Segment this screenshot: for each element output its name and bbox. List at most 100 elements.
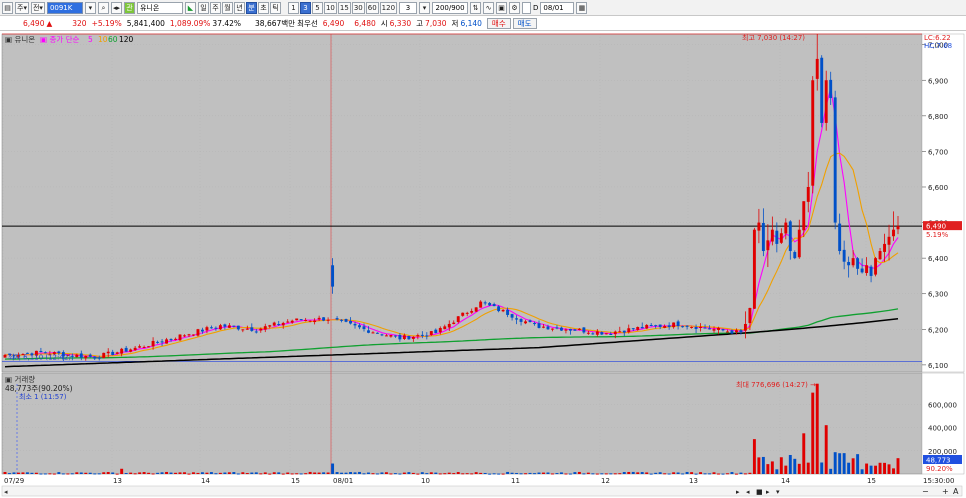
volume-bar [456,472,460,474]
volume-bar [645,472,649,474]
save-icon[interactable]: ▣ [496,1,508,14]
volume-bar [537,472,541,474]
bottom-scrollbar [1,485,963,497]
candle-body [631,328,635,330]
period-tab[interactable]: 월 [221,1,233,14]
volume-bar [268,473,272,475]
candle-body [883,243,886,252]
volume-bar [174,472,177,474]
volume-bar [48,473,52,475]
candle-body [672,322,676,328]
candle-body [367,330,370,333]
search-icon[interactable]: ⌕ [97,1,109,14]
candle-body [75,354,79,358]
volume-bar [896,458,900,474]
price-volume-chart[interactable]: 7,0006,9006,8006,7006,6006,5006,4006,300… [0,32,966,498]
chart-area[interactable]: 7,0006,9006,8006,7006,6006,5006,4006,300… [0,32,966,498]
date-field[interactable]: 08/01 [540,1,575,14]
volume-bar [793,458,797,474]
ma-legend-period: 5 [88,35,93,44]
candle-body [833,97,837,223]
candle-body [847,261,851,266]
interval-button[interactable]: 60 [365,1,379,14]
volume-bar [820,462,824,474]
candle-body [806,186,810,202]
volume-bar [120,468,124,474]
candle-count-field[interactable]: 200/900 [432,1,469,14]
volume-bar [250,472,254,474]
prev-next-icon[interactable]: ◂▸ [110,1,122,14]
volume-bar [685,471,689,474]
interval-select[interactable]: 3 [399,1,418,14]
stock-name-field[interactable]: 유니온 [136,1,183,14]
link-icon[interactable]: ◣ [184,1,196,14]
interval-dropdown-icon[interactable]: ▾ [419,1,431,14]
playback-control-icon: ■ [756,488,763,496]
draw-icon[interactable]: ∿ [483,1,495,14]
chart-icon[interactable]: ▤ [2,1,13,14]
volume-bar [636,472,640,474]
interval-button[interactable]: 120 [379,1,398,14]
period-tab[interactable]: 틱 [269,1,281,14]
volume-bar [761,456,765,474]
candle-body [88,354,92,357]
sell-button[interactable]: 매도 [512,18,537,29]
period-tab[interactable]: 년 [233,1,245,14]
candle-body [775,230,779,244]
candle-body [138,346,142,348]
candle-body [784,222,788,234]
volume-bar [304,473,308,475]
buy-button[interactable]: 매수 [486,18,511,29]
candle-body [142,346,146,348]
candle-body [694,327,698,329]
candle-body [896,226,900,230]
ask-label: 최우선 [297,19,318,28]
indicator-icon[interactable]: ⇅ [470,1,482,14]
period-tab[interactable]: 일 [197,1,209,14]
volume-bar [842,453,846,474]
code-dropdown-icon[interactable]: ▾ [84,1,96,14]
price-tick-label: 6,800 [928,113,948,121]
interval-button[interactable]: 1 [287,1,299,14]
interval-button[interactable]: 15 [337,1,351,14]
volume-bar [766,464,770,474]
date-checkbox[interactable] [522,1,532,14]
period-dropdown[interactable]: 주▾ [15,1,29,14]
candle-body [358,325,361,328]
volume-bar [70,473,74,475]
volume-bar [111,472,115,474]
change-arrow: ▲ [46,19,53,28]
candle-body [326,319,330,321]
volume-bar [829,468,833,474]
interval-button[interactable]: 10 [323,1,337,14]
interval-button[interactable]: 30 [351,1,365,14]
volume-bar [425,473,429,475]
x-axis-label: 15:30:00 [923,477,954,485]
volume-bar [622,472,626,474]
volume-bar [79,472,83,474]
candle-body [649,325,653,327]
period-tab[interactable]: 주 [209,1,221,14]
volume-bar [281,473,285,475]
candle-body [3,354,7,358]
stock-code-input[interactable]: 0091K [46,1,83,14]
favorite-badge[interactable]: 관 [123,1,135,14]
list-dropdown[interactable]: 전▾ [30,1,45,14]
candle-body [537,323,541,328]
volume-bar [694,473,698,475]
calendar-icon[interactable]: ▦ [576,1,588,14]
candle-body [573,329,577,331]
settings-icon[interactable]: ⚙ [509,1,521,14]
volume-bar [57,472,61,474]
volume-bar [586,472,590,474]
interval-button[interactable]: 3 [299,1,311,14]
period-tab[interactable]: 초 [257,1,269,14]
price-tick-label: 6,200 [928,326,948,334]
interval-button[interactable]: 5 [311,1,323,14]
volume-bar [371,473,375,475]
volume-bar [142,472,146,474]
period-tab[interactable]: 분 [245,1,257,14]
volume-bar [263,472,267,474]
volume-bar [542,472,545,474]
candle-body [120,348,124,354]
